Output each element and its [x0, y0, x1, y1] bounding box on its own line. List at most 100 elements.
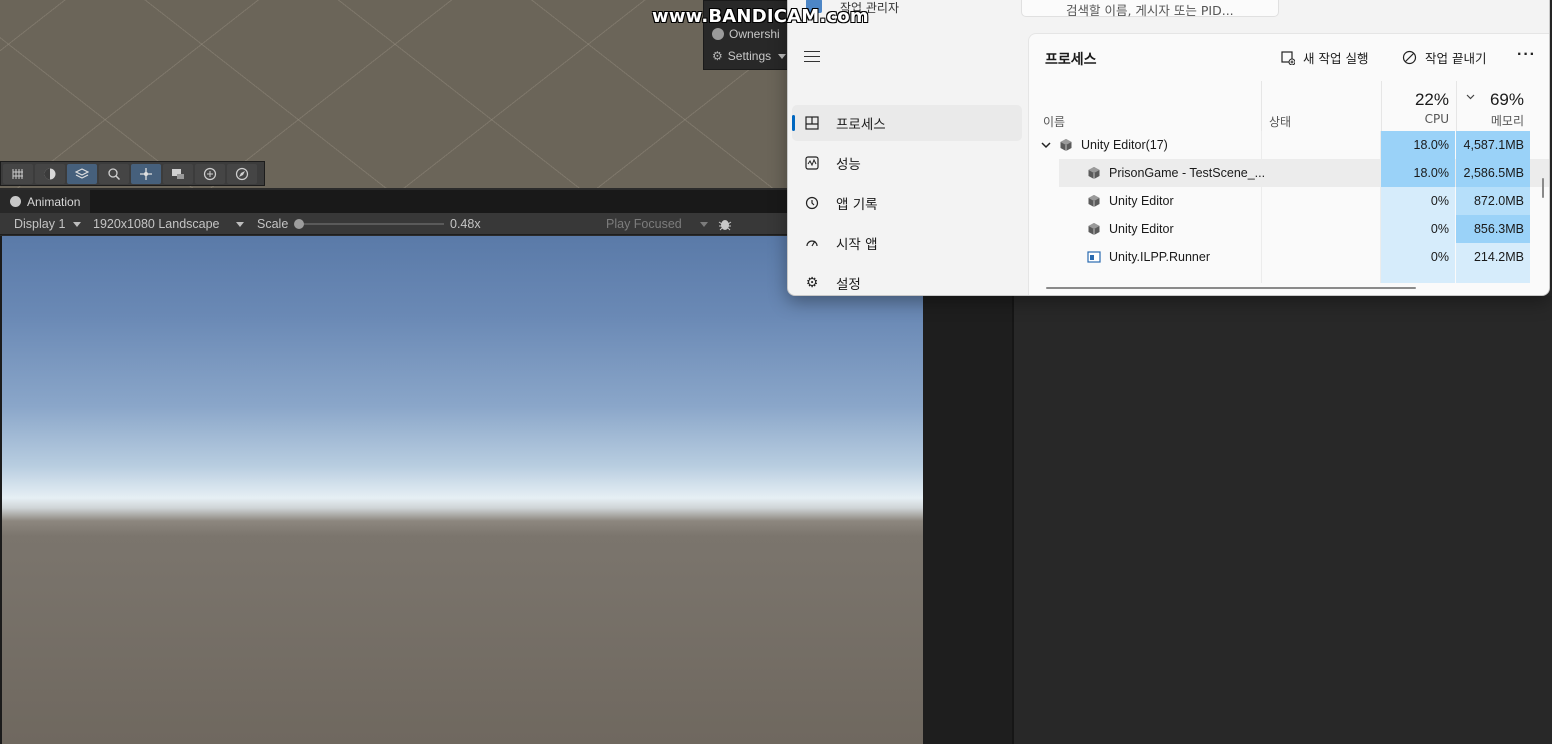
game-view-tabbar: Animation: [0, 190, 923, 213]
unity-cube-icon: [1060, 139, 1072, 151]
selection-indicator: [792, 115, 795, 131]
table-row[interactable]: Unity Editor(17) 18.0% 4,587.1MB: [1029, 131, 1549, 159]
sidebar-item-label: 설정: [836, 277, 861, 293]
new-task-button[interactable]: 새 작업 실행: [1281, 48, 1368, 67]
memory-cell: 872.0MB: [1456, 187, 1530, 215]
new-task-label: 새 작업 실행: [1303, 51, 1369, 66]
title-bar[interactable]: 작업 관리자 검색할 이름, 게시자 또는 PID...: [788, 0, 1549, 33]
table-row[interactable]: Unity Editor 0% 872.0MB: [1029, 187, 1549, 215]
end-task-icon: [1402, 50, 1417, 65]
navigate-icon[interactable]: [227, 164, 257, 184]
process-name: Unity Editor: [1109, 194, 1174, 208]
tab-animation[interactable]: Animation: [0, 190, 91, 213]
column-divider: [1261, 81, 1262, 131]
vertical-scrollbar[interactable]: [1542, 178, 1544, 198]
table-row[interactable]: Unity Editor 0% 856.3MB: [1029, 215, 1549, 243]
sidebar-item-label: 시작 앱: [836, 237, 878, 253]
sidebar-item-label: 성능: [836, 157, 861, 173]
end-task-button[interactable]: 작업 끝내기: [1402, 48, 1486, 67]
column-header-status[interactable]: 상태: [1269, 113, 1291, 130]
performance-icon: [805, 156, 819, 170]
memory-total: 69%: [1489, 90, 1524, 109]
audio-icon[interactable]: [195, 164, 225, 184]
unity-cube-icon: [1088, 223, 1100, 235]
sidebar: 프로세스 성능 앱 기록 시작 앱 ⚙ 설정: [788, 33, 1028, 295]
hamburger-menu-icon[interactable]: [804, 51, 820, 63]
memory-cell: 2,586.5MB: [1456, 159, 1530, 187]
display-dropdown[interactable]: Display 1: [14, 213, 82, 235]
task-manager-window: 작업 관리자 검색할 이름, 게시자 또는 PID... 프로세스 성능 앱 기…: [787, 0, 1550, 296]
move-tool-icon[interactable]: [131, 164, 161, 184]
play-mode-dropdown[interactable]: Play Focused: [606, 213, 708, 235]
ownership-row[interactable]: Ownershi: [712, 25, 780, 43]
sidebar-item-app-history[interactable]: 앱 기록: [792, 185, 1022, 221]
search-icon[interactable]: [99, 164, 129, 184]
resolution-dropdown[interactable]: 1920x1080 Landscape: [93, 213, 244, 235]
recording-watermark: www.BANDICAM.com: [652, 6, 869, 27]
sidebar-item-startup-apps[interactable]: 시작 앱: [792, 225, 1022, 261]
scale-slider-track[interactable]: [298, 223, 444, 225]
table-row[interactable]: Unity.ILPP.Runner 0% 214.2MB: [1029, 243, 1549, 271]
end-task-label: 작업 끝내기: [1425, 51, 1487, 66]
sidebar-item-performance[interactable]: 성능: [792, 145, 1022, 181]
cpu-total: 22%: [1414, 90, 1449, 109]
processes-page: 프로세스 새 작업 실행 작업 끝내기 ··· 이름 상태 22% CPU 69…: [1028, 33, 1549, 295]
scale-slider-handle[interactable]: [294, 219, 304, 229]
app-window-icon: [1087, 251, 1101, 263]
table-row-partial[interactable]: [1029, 271, 1549, 283]
settings-label: Settings: [727, 49, 772, 63]
settings-row[interactable]: ⚙ Settings: [712, 47, 787, 65]
shading-icon[interactable]: [35, 164, 65, 184]
memory-label: 메모리: [1490, 114, 1524, 128]
sidebar-item-settings[interactable]: ⚙ 설정: [792, 265, 1022, 295]
unity-cube-icon: [1088, 195, 1100, 207]
ownership-label: Ownershi: [729, 27, 780, 41]
more-options-icon[interactable]: ···: [1517, 46, 1536, 64]
layers-icon[interactable]: [67, 164, 97, 184]
chevron-down-icon: [235, 221, 244, 227]
processes-icon: [805, 116, 819, 130]
status-cell: [1261, 131, 1381, 159]
status-cell: [1261, 159, 1381, 187]
sidebar-item-label: 프로세스: [836, 117, 886, 133]
tab-animation-label: Animation: [27, 194, 81, 209]
status-cell: [1261, 243, 1381, 271]
status-cell: [1261, 187, 1381, 215]
chevron-down-icon[interactable]: [1041, 141, 1051, 149]
cpu-cell: 0%: [1381, 243, 1455, 271]
memory-cell: [1456, 271, 1530, 283]
unity-cube-icon: [1088, 167, 1100, 179]
gear-icon: ⚙: [712, 49, 723, 63]
column-header-memory[interactable]: 69% 메모리: [1456, 81, 1530, 131]
status-cell: [1261, 271, 1381, 283]
scene-toolbar: [0, 161, 265, 186]
history-icon: [805, 196, 819, 210]
editor-panel-left: [923, 296, 1013, 744]
horizontal-scrollbar[interactable]: [1046, 287, 1416, 289]
grid-snap-icon[interactable]: [3, 164, 33, 184]
play-mode-label: Play Focused: [606, 217, 682, 231]
column-header-name[interactable]: 이름: [1043, 113, 1065, 130]
new-task-icon: [1281, 50, 1295, 65]
bug-icon[interactable]: [718, 217, 732, 231]
process-name: PrisonGame - TestScene_...: [1109, 166, 1266, 180]
game-view-render[interactable]: [2, 236, 923, 744]
gizmo-icon[interactable]: [163, 164, 193, 184]
resolution-label: 1920x1080 Landscape: [93, 217, 220, 231]
process-table: 이름 상태 22% CPU 69% 메모리 Unity Editor(17) 1…: [1029, 81, 1549, 295]
scale-label: Scale: [257, 217, 289, 231]
chevron-down-icon: [778, 53, 787, 59]
memory-cell: 214.2MB: [1456, 243, 1530, 271]
process-name: Unity Editor: [1109, 222, 1174, 236]
scale-value: 0.48x: [450, 217, 481, 231]
memory-cell: 856.3MB: [1456, 215, 1530, 243]
process-name: Unity.ILPP.Runner: [1109, 250, 1210, 264]
search-input[interactable]: 검색할 이름, 게시자 또는 PID...: [1021, 0, 1279, 18]
column-header-cpu[interactable]: 22% CPU: [1381, 81, 1455, 131]
display-label: Display 1: [14, 217, 66, 231]
ownership-icon: [712, 28, 724, 40]
scene-view[interactable]: [0, 0, 790, 188]
sidebar-item-processes[interactable]: 프로세스: [792, 105, 1022, 141]
table-row[interactable]: PrisonGame - TestScene_... 18.0% 2,586.5…: [1059, 159, 1549, 187]
cpu-cell: 18.0%: [1381, 159, 1455, 187]
